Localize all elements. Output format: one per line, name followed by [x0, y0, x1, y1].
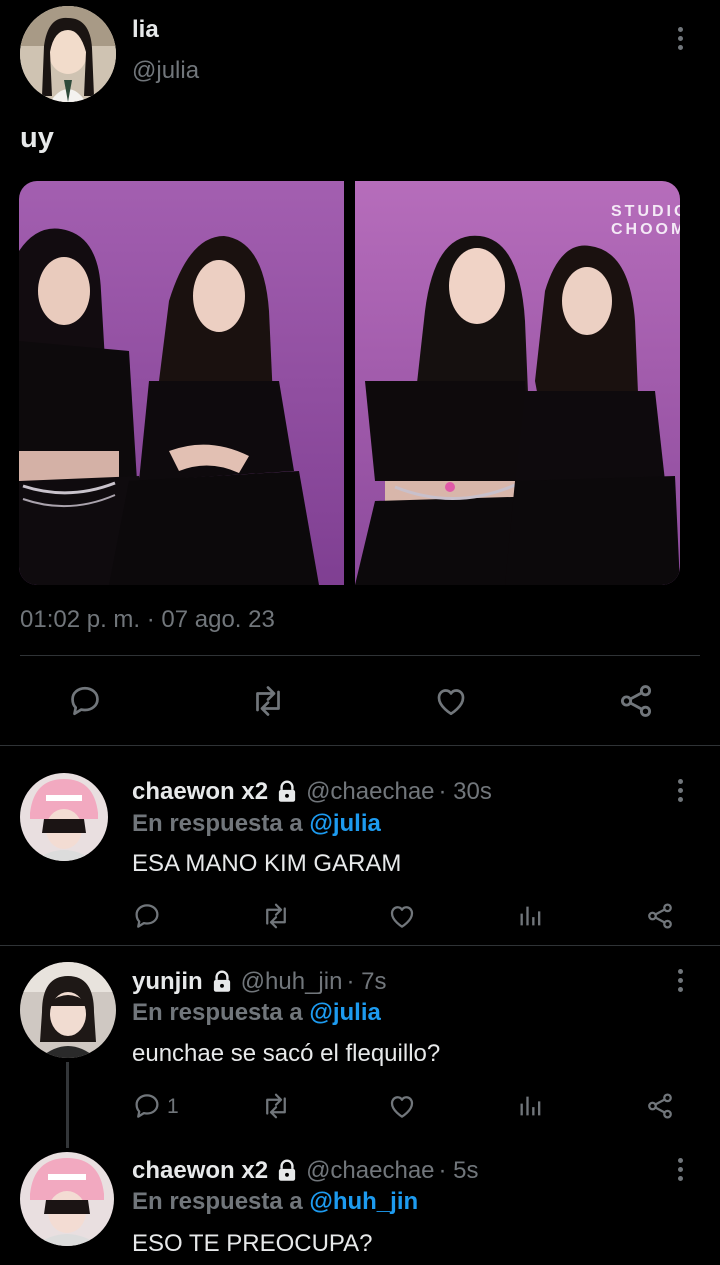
handle[interactable]: @chaechae: [306, 1157, 434, 1185]
lock-icon: [213, 970, 230, 992]
display-name[interactable]: yunjin: [132, 968, 203, 996]
handle[interactable]: @chaechae: [306, 778, 434, 806]
avatar[interactable]: [20, 962, 116, 1058]
retweet-icon[interactable]: [245, 680, 291, 722]
analytics-icon[interactable]: [516, 900, 546, 932]
avatar[interactable]: [20, 6, 116, 102]
analytics-icon[interactable]: [516, 1090, 546, 1122]
more-options-icon[interactable]: [670, 965, 690, 995]
reply-prefix: En respuesta a: [132, 999, 303, 1026]
like-icon[interactable]: [386, 1090, 418, 1122]
avatar[interactable]: [20, 1152, 114, 1246]
reply-time[interactable]: · 7s: [346, 968, 386, 996]
reply-icon[interactable]: [131, 900, 163, 932]
display-name[interactable]: chaewon x2: [132, 1157, 268, 1185]
reply-to-handle[interactable]: @huh_jin: [309, 1188, 418, 1215]
divider: [0, 745, 720, 746]
like-icon[interactable]: [386, 900, 418, 932]
media-image-1[interactable]: [19, 181, 344, 585]
lock-icon: [278, 1159, 296, 1181]
share-icon[interactable]: [644, 900, 676, 932]
display-name[interactable]: chaewon x2: [132, 778, 268, 806]
timestamp[interactable]: 01:02 p. m. · 07 ago. 23: [20, 606, 275, 634]
reply-icon[interactable]: [64, 680, 106, 722]
reply-icon[interactable]: [131, 1090, 163, 1122]
replying-to: En respuesta a @julia: [132, 810, 381, 838]
thread-line: [66, 1062, 69, 1148]
divider: [20, 655, 700, 656]
more-options-icon[interactable]: [670, 23, 690, 53]
media-grid[interactable]: STUDIO CHOOM: [19, 181, 680, 585]
reply-header: yunjin @huh_jin · 7s: [132, 968, 386, 996]
reply-text: ESO TE PREOCUPA?: [132, 1230, 373, 1257]
reply-header: chaewon x2 @chaechae · 5s: [132, 1157, 479, 1185]
more-options-icon[interactable]: [670, 775, 690, 805]
media-watermark: STUDIO CHOOM: [611, 203, 680, 238]
replying-to: En respuesta a @huh_jin: [132, 1188, 418, 1216]
display-name[interactable]: lia: [132, 16, 159, 44]
retweet-icon[interactable]: [258, 1090, 294, 1122]
reply-prefix: En respuesta a: [132, 1188, 303, 1215]
like-icon[interactable]: [430, 680, 472, 722]
reply-time[interactable]: · 5s: [439, 1157, 479, 1185]
reply-time[interactable]: · 30s: [439, 778, 492, 806]
share-icon[interactable]: [644, 1090, 676, 1122]
reply-prefix: En respuesta a: [132, 810, 303, 837]
media-image-2[interactable]: STUDIO CHOOM: [355, 181, 680, 585]
tweet-text: uy: [20, 122, 54, 154]
share-icon[interactable]: [614, 680, 658, 722]
reply-header: chaewon x2 @chaechae · 30s: [132, 778, 492, 806]
replying-to: En respuesta a @julia: [132, 999, 381, 1027]
avatar[interactable]: [20, 773, 108, 861]
more-options-icon[interactable]: [670, 1154, 690, 1184]
reply-text: ESA MANO KIM GARAM: [132, 850, 402, 877]
handle[interactable]: @huh_jin: [241, 968, 343, 996]
divider: [0, 945, 720, 946]
handle[interactable]: @julia: [132, 57, 199, 85]
retweet-icon[interactable]: [258, 900, 294, 932]
reply-text: eunchae se sacó el flequillo?: [132, 1040, 441, 1067]
reply-to-handle[interactable]: @julia: [309, 810, 380, 837]
lock-icon: [278, 780, 296, 802]
reply-to-handle[interactable]: @julia: [309, 999, 380, 1026]
reply-count: 1: [167, 1095, 179, 1118]
